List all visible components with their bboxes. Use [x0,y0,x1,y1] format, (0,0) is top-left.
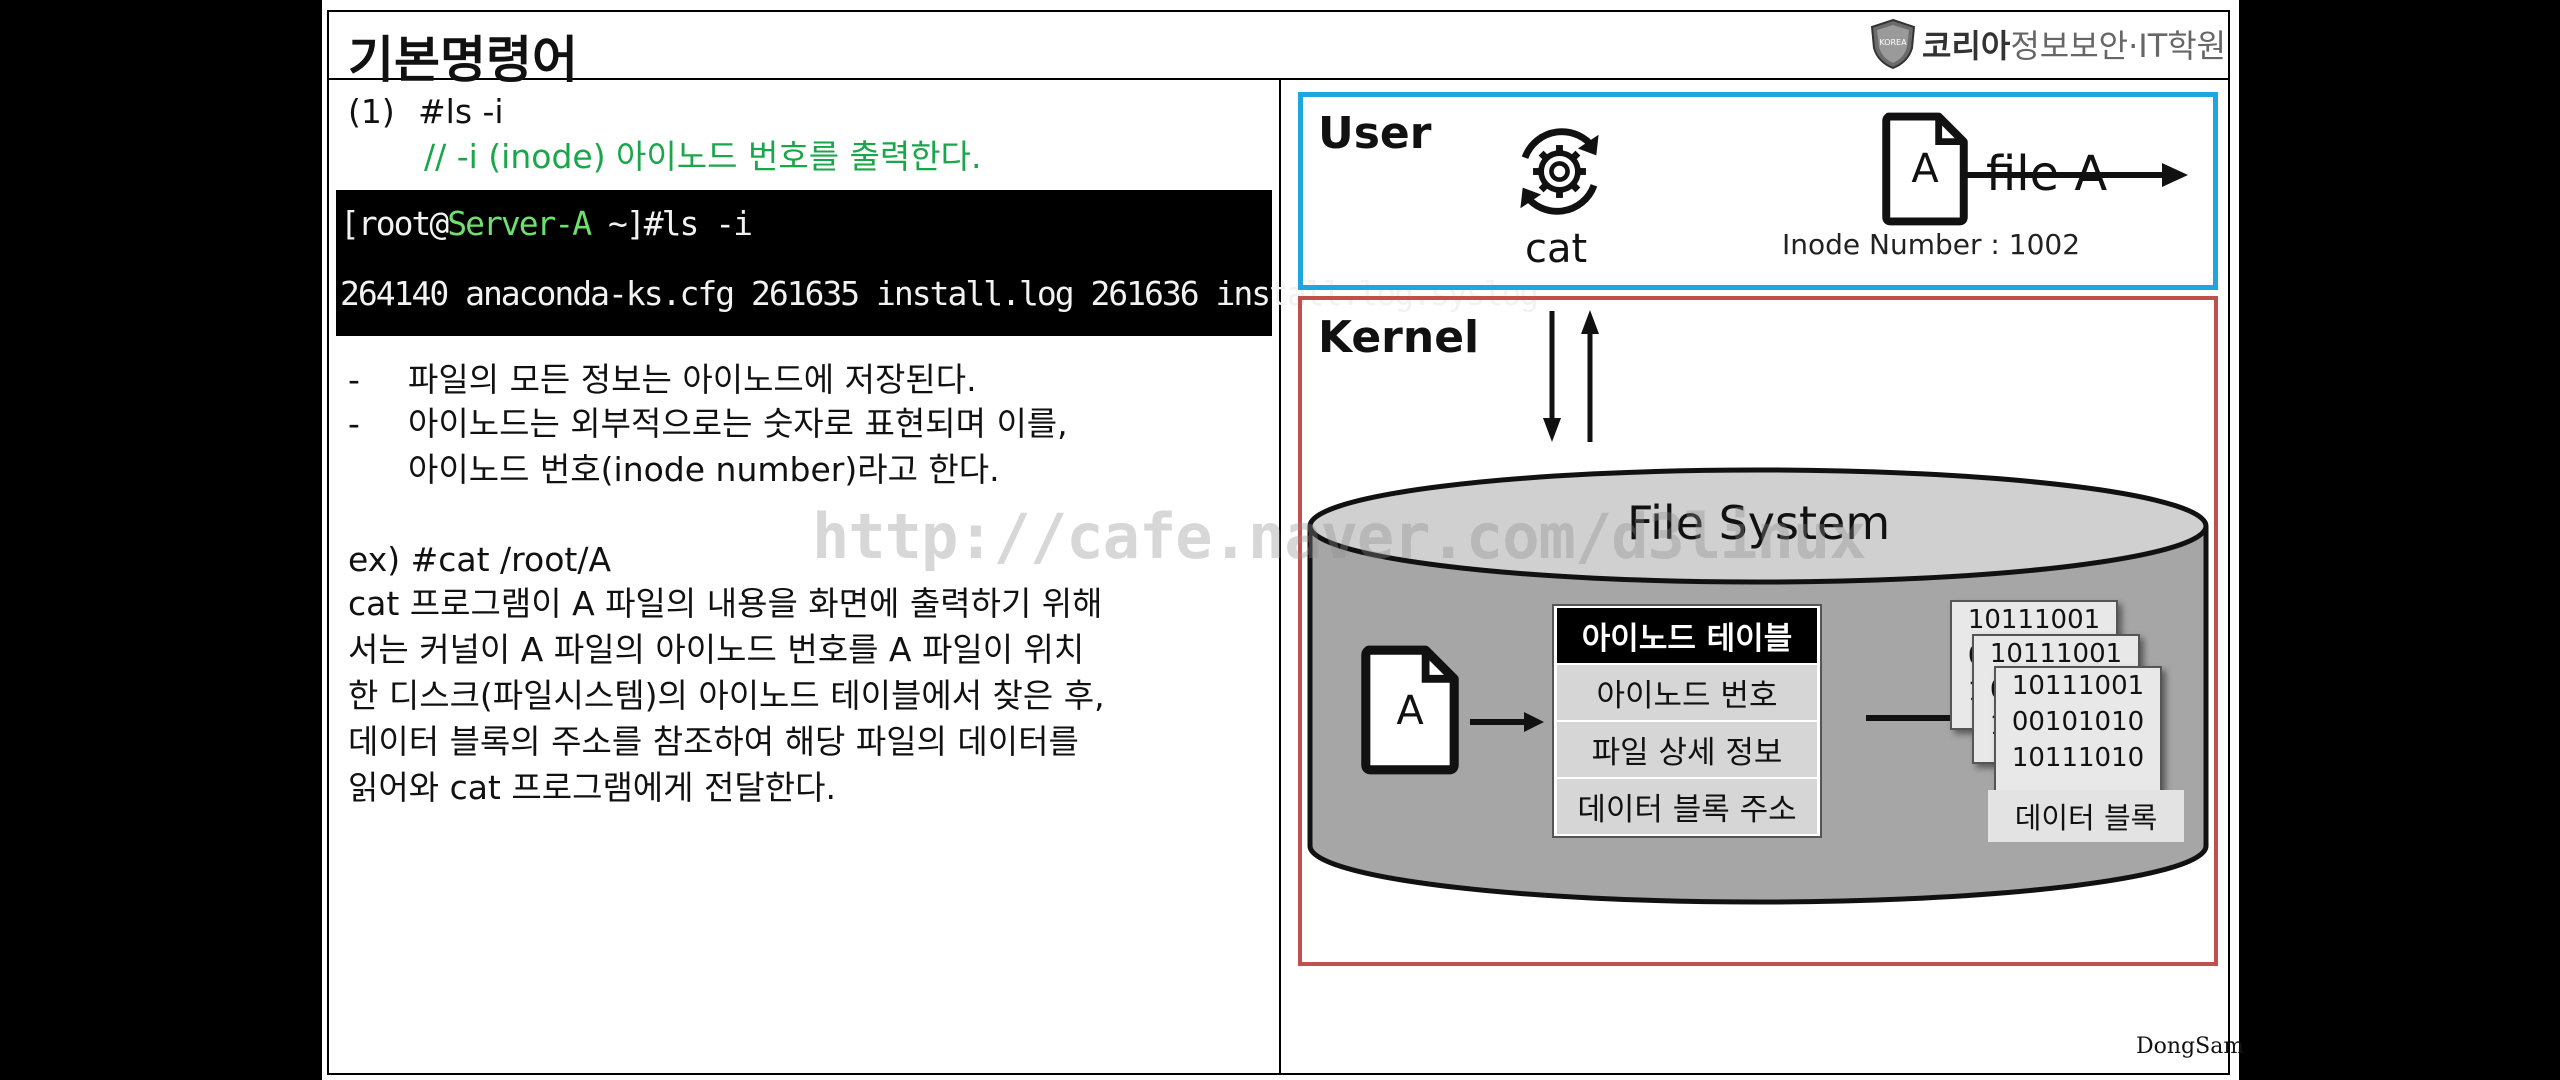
inode-table-row: 파일 상세 정보 [1557,722,1817,777]
example-line: 서는 커널이 A 파일의 아이노드 번호를 A 파일이 위치 [348,630,1085,669]
bullet-text: 아이노드는 외부적으로는 숫자로 표현되며 이를, [408,404,1068,443]
inode-table-row: 아이노드 번호 [1557,665,1817,720]
data-block-label: 데이터 블록 [1988,790,2184,842]
logo-text: 코리아정보보안·IT학원 [1922,27,2227,65]
user-label: User [1318,108,1432,159]
column-divider [1279,78,1281,1075]
page-title: 기본명령어 [348,31,578,89]
file-name-label: file A [1986,146,2108,202]
example-line: 데이터 블록의 주소를 참조하여 해당 파일의 데이터를 [348,722,1079,761]
bullet-text: 파일의 모든 정보는 아이노드에 저장된다. [408,360,977,399]
step-number: (1) [348,92,395,131]
inode-table-row: 데이터 블록 주소 [1557,779,1817,834]
spacer [2198,112,2199,113]
example-line: 읽어와 cat 프로그램에게 전달한다. [348,768,836,807]
inode-table-header: 아이노드 테이블 [1557,608,1817,663]
arrow-right-icon [1470,712,1544,732]
disk-file-letter: A [1396,688,1424,734]
watermark: http://cafe.naver.com/d3linux [812,500,1866,573]
example-line: 한 디스크(파일시스템)의 아이노드 테이블에서 찾은 후, [348,676,1105,715]
command-text: #ls -i [418,92,504,131]
academy-logo: KOREA 코리아정보보안·IT학원 [1870,16,2226,72]
bullet-dash: - [348,360,360,399]
author-signature: DongSam [2136,1034,2245,1059]
example-command: ex) #cat /root/A [348,540,612,579]
bullet-text: 아이노드 번호(inode number)라고 한다. [408,450,1000,489]
example-line: cat 프로그램이 A 파일의 내용을 화면에 출력하기 위해 [348,584,1103,623]
command-comment: // -i (inode) 아이노드 번호를 출력한다. [424,137,982,176]
kernel-label: Kernel [1318,312,1480,363]
data-block-card: 101110010010101010111010 [1994,666,2162,796]
cat-label: cat [1525,226,1588,272]
slide: 기본명령어 KOREA 코리아정보보안·IT학원 (1) #ls -i // -… [322,0,2244,1080]
gear-refresh-icon [1520,128,1599,215]
terminal-prompt-line: [root@Server-A ~]#ls -i [340,204,753,243]
spacer [2200,112,2201,113]
shield-icon: KOREA [1870,18,1916,70]
inode-number-label: Inode Number : 1002 [1782,228,2081,261]
up-down-arrows-icon [1543,310,1599,442]
terminal-output: [root@Server-A ~]#ls -i 264140 anaconda-… [336,190,1539,336]
file-letter: A [1911,146,1939,192]
bullet-dash: - [348,404,360,443]
svg-text:KOREA: KOREA [1879,38,1907,47]
